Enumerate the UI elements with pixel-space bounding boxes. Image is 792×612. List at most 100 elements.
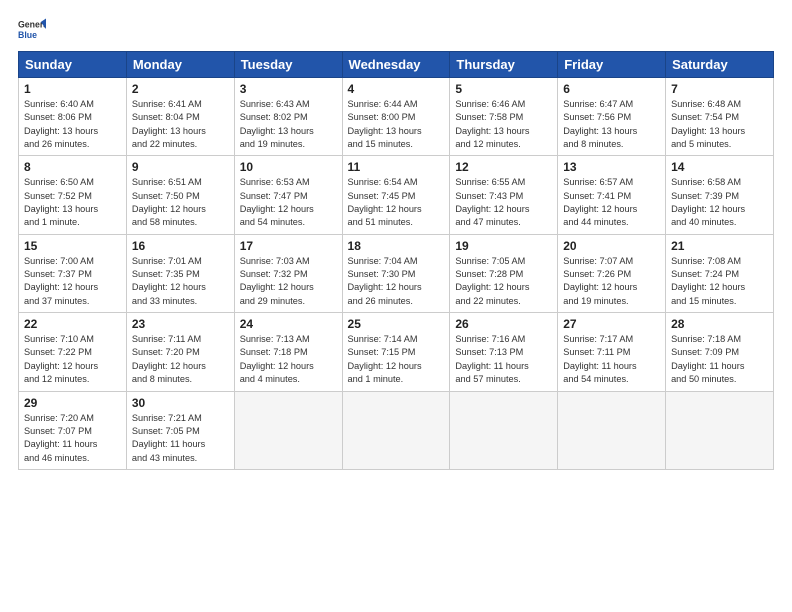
day-number: 1 [24, 82, 121, 96]
day-info: Sunrise: 6:53 AM Sunset: 7:47 PM Dayligh… [240, 176, 337, 229]
day-info: Sunrise: 7:11 AM Sunset: 7:20 PM Dayligh… [132, 333, 229, 386]
day-number: 24 [240, 317, 337, 331]
calendar-cell: 27 Sunrise: 7:17 AM Sunset: 7:11 PM Dayli… [558, 313, 666, 391]
day-info: Sunrise: 7:13 AM Sunset: 7:18 PM Dayligh… [240, 333, 337, 386]
calendar-cell: 23Sunrise: 7:11 AM Sunset: 7:20 PM Dayli… [126, 313, 234, 391]
calendar-cell: 14 Sunrise: 6:58 AM Sunset: 7:39 PM Dayli… [666, 156, 774, 234]
day-info: Sunrise: 6:51 AM Sunset: 7:50 PM Dayligh… [132, 176, 229, 229]
calendar-cell [558, 391, 666, 469]
week-row-4: 22Sunrise: 7:10 AM Sunset: 7:22 PM Dayli… [19, 313, 774, 391]
calendar-cell [666, 391, 774, 469]
logo: General Blue [18, 15, 46, 43]
day-number: 6 [563, 82, 660, 96]
day-number: 16 [132, 239, 229, 253]
week-row-1: 1 Sunrise: 6:40 AM Sunset: 8:06 PM Daylig… [19, 78, 774, 156]
calendar-cell: 16 Sunrise: 7:01 AM Sunset: 7:35 PM Dayli… [126, 234, 234, 312]
weekday-header-thursday: Thursday [450, 52, 558, 78]
week-row-3: 15 Sunrise: 7:00 AM Sunset: 7:37 PM Dayli… [19, 234, 774, 312]
calendar-cell: 10 Sunrise: 6:53 AM Sunset: 7:47 PM Dayli… [234, 156, 342, 234]
day-number: 9 [132, 160, 229, 174]
day-number: 28 [671, 317, 768, 331]
day-info: Sunrise: 6:55 AM Sunset: 7:43 PM Dayligh… [455, 176, 552, 229]
day-info: Sunrise: 7:17 AM Sunset: 7:11 PM Dayligh… [563, 333, 660, 386]
calendar-cell: 22Sunrise: 7:10 AM Sunset: 7:22 PM Dayli… [19, 313, 127, 391]
day-number: 22 [24, 317, 121, 331]
day-info: Sunrise: 6:54 AM Sunset: 7:45 PM Dayligh… [348, 176, 445, 229]
calendar-cell: 29Sunrise: 7:20 AM Sunset: 7:07 PM Dayli… [19, 391, 127, 469]
day-number: 7 [671, 82, 768, 96]
calendar-cell: 19 Sunrise: 7:05 AM Sunset: 7:28 PM Dayli… [450, 234, 558, 312]
day-info: Sunrise: 7:03 AM Sunset: 7:32 PM Dayligh… [240, 255, 337, 308]
calendar-cell: 30Sunrise: 7:21 AM Sunset: 7:05 PM Dayli… [126, 391, 234, 469]
weekday-header-friday: Friday [558, 52, 666, 78]
calendar-cell: 15 Sunrise: 7:00 AM Sunset: 7:37 PM Dayli… [19, 234, 127, 312]
calendar-cell: 17 Sunrise: 7:03 AM Sunset: 7:32 PM Dayli… [234, 234, 342, 312]
calendar-cell: 28 Sunrise: 7:18 AM Sunset: 7:09 PM Dayli… [666, 313, 774, 391]
calendar-cell: 1 Sunrise: 6:40 AM Sunset: 8:06 PM Daylig… [19, 78, 127, 156]
calendar-cell: 5 Sunrise: 6:46 AM Sunset: 7:58 PM Daylig… [450, 78, 558, 156]
day-info: Sunrise: 7:14 AM Sunset: 7:15 PM Dayligh… [348, 333, 445, 386]
calendar-cell [342, 391, 450, 469]
day-info: Sunrise: 6:44 AM Sunset: 8:00 PM Dayligh… [348, 98, 445, 151]
calendar-cell: 13 Sunrise: 6:57 AM Sunset: 7:41 PM Dayli… [558, 156, 666, 234]
calendar-cell: 18 Sunrise: 7:04 AM Sunset: 7:30 PM Dayli… [342, 234, 450, 312]
day-number: 18 [348, 239, 445, 253]
day-number: 14 [671, 160, 768, 174]
day-info: Sunrise: 6:57 AM Sunset: 7:41 PM Dayligh… [563, 176, 660, 229]
calendar-cell: 26 Sunrise: 7:16 AM Sunset: 7:13 PM Dayli… [450, 313, 558, 391]
day-number: 26 [455, 317, 552, 331]
day-info: Sunrise: 7:16 AM Sunset: 7:13 PM Dayligh… [455, 333, 552, 386]
day-number: 20 [563, 239, 660, 253]
calendar-cell: 8Sunrise: 6:50 AM Sunset: 7:52 PM Daylig… [19, 156, 127, 234]
day-info: Sunrise: 7:05 AM Sunset: 7:28 PM Dayligh… [455, 255, 552, 308]
weekday-header-row: SundayMondayTuesdayWednesdayThursdayFrid… [19, 52, 774, 78]
calendar-cell: 4 Sunrise: 6:44 AM Sunset: 8:00 PM Daylig… [342, 78, 450, 156]
day-number: 25 [348, 317, 445, 331]
calendar-cell: 25 Sunrise: 7:14 AM Sunset: 7:15 PM Dayli… [342, 313, 450, 391]
day-info: Sunrise: 7:08 AM Sunset: 7:24 PM Dayligh… [671, 255, 768, 308]
calendar-cell: 12 Sunrise: 6:55 AM Sunset: 7:43 PM Dayli… [450, 156, 558, 234]
day-info: Sunrise: 7:18 AM Sunset: 7:09 PM Dayligh… [671, 333, 768, 386]
day-number: 10 [240, 160, 337, 174]
day-info: Sunrise: 7:00 AM Sunset: 7:37 PM Dayligh… [24, 255, 121, 308]
calendar-cell: 2 Sunrise: 6:41 AM Sunset: 8:04 PM Daylig… [126, 78, 234, 156]
svg-text:Blue: Blue [18, 30, 37, 40]
calendar-cell: 21 Sunrise: 7:08 AM Sunset: 7:24 PM Dayli… [666, 234, 774, 312]
day-number: 8 [24, 160, 121, 174]
day-info: Sunrise: 7:01 AM Sunset: 7:35 PM Dayligh… [132, 255, 229, 308]
day-number: 2 [132, 82, 229, 96]
day-number: 19 [455, 239, 552, 253]
weekday-header-sunday: Sunday [19, 52, 127, 78]
day-info: Sunrise: 6:41 AM Sunset: 8:04 PM Dayligh… [132, 98, 229, 151]
calendar-table: SundayMondayTuesdayWednesdayThursdayFrid… [18, 51, 774, 470]
day-number: 4 [348, 82, 445, 96]
week-row-5: 29Sunrise: 7:20 AM Sunset: 7:07 PM Dayli… [19, 391, 774, 469]
day-number: 5 [455, 82, 552, 96]
svg-text:General: General [18, 19, 46, 29]
weekday-header-wednesday: Wednesday [342, 52, 450, 78]
day-number: 15 [24, 239, 121, 253]
day-info: Sunrise: 6:48 AM Sunset: 7:54 PM Dayligh… [671, 98, 768, 151]
day-info: Sunrise: 6:58 AM Sunset: 7:39 PM Dayligh… [671, 176, 768, 229]
page-header: General Blue [18, 15, 774, 43]
day-number: 27 [563, 317, 660, 331]
day-info: Sunrise: 6:46 AM Sunset: 7:58 PM Dayligh… [455, 98, 552, 151]
logo-icon: General Blue [18, 15, 46, 43]
day-number: 12 [455, 160, 552, 174]
weekday-header-tuesday: Tuesday [234, 52, 342, 78]
day-info: Sunrise: 6:47 AM Sunset: 7:56 PM Dayligh… [563, 98, 660, 151]
calendar-cell [234, 391, 342, 469]
day-info: Sunrise: 7:20 AM Sunset: 7:07 PM Dayligh… [24, 412, 121, 465]
day-number: 11 [348, 160, 445, 174]
day-number: 21 [671, 239, 768, 253]
day-info: Sunrise: 7:04 AM Sunset: 7:30 PM Dayligh… [348, 255, 445, 308]
calendar-cell: 11 Sunrise: 6:54 AM Sunset: 7:45 PM Dayli… [342, 156, 450, 234]
day-info: Sunrise: 6:40 AM Sunset: 8:06 PM Dayligh… [24, 98, 121, 151]
calendar-cell [450, 391, 558, 469]
weekday-header-monday: Monday [126, 52, 234, 78]
day-number: 17 [240, 239, 337, 253]
day-number: 13 [563, 160, 660, 174]
calendar-cell: 9 Sunrise: 6:51 AM Sunset: 7:50 PM Daylig… [126, 156, 234, 234]
week-row-2: 8Sunrise: 6:50 AM Sunset: 7:52 PM Daylig… [19, 156, 774, 234]
calendar-cell: 6 Sunrise: 6:47 AM Sunset: 7:56 PM Daylig… [558, 78, 666, 156]
